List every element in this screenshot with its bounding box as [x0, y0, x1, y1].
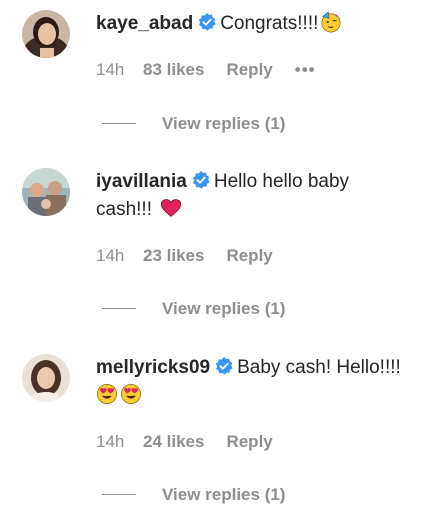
comment-text-continued: cash!!!	[96, 199, 152, 220]
verified-badge-icon	[215, 357, 233, 375]
view-replies-label: View replies (1)	[162, 114, 286, 133]
view-replies-button[interactable]: View replies (1)	[102, 485, 285, 505]
username[interactable]: kaye_abad	[96, 13, 193, 34]
username[interactable]: mellyricks09	[96, 357, 210, 378]
heart-eyes-emoji-icon	[121, 384, 141, 404]
likes-count[interactable]: 24 likes	[143, 432, 204, 452]
view-replies-button[interactable]: View replies (1)	[102, 299, 285, 319]
comment-text: Congrats!!!!	[220, 13, 319, 34]
reply-button[interactable]: Reply	[226, 432, 272, 452]
comment-text: Baby cash! Hello!!!!	[237, 357, 401, 378]
view-replies-label: View replies (1)	[162, 485, 286, 504]
comment-text: Hello hello baby	[213, 171, 350, 192]
verified-badge-icon	[192, 171, 210, 189]
more-options-button[interactable]: •••	[295, 60, 316, 80]
divider	[102, 308, 136, 309]
verified-badge-icon	[198, 13, 216, 31]
timestamp: 14h	[96, 246, 125, 265]
avatar[interactable]	[22, 10, 70, 58]
likes-count[interactable]: 23 likes	[143, 246, 204, 266]
view-replies-label: View replies (1)	[162, 299, 286, 318]
timestamp: 14h	[96, 432, 125, 451]
reply-button[interactable]: Reply	[226, 60, 272, 80]
red-heart-emoji-icon	[160, 199, 182, 217]
avatar[interactable]	[22, 168, 70, 216]
divider	[102, 123, 136, 124]
likes-count[interactable]: 83 likes	[143, 60, 204, 80]
heart-eyes-emoji-icon	[97, 384, 117, 404]
divider	[102, 494, 136, 495]
timestamp: 14h	[96, 60, 125, 79]
reply-button[interactable]: Reply	[226, 246, 272, 266]
partying-face-emoji-icon	[321, 11, 341, 33]
view-replies-button[interactable]: View replies (1)	[102, 114, 285, 134]
avatar[interactable]	[22, 354, 70, 402]
username[interactable]: iyavillania	[96, 171, 187, 192]
